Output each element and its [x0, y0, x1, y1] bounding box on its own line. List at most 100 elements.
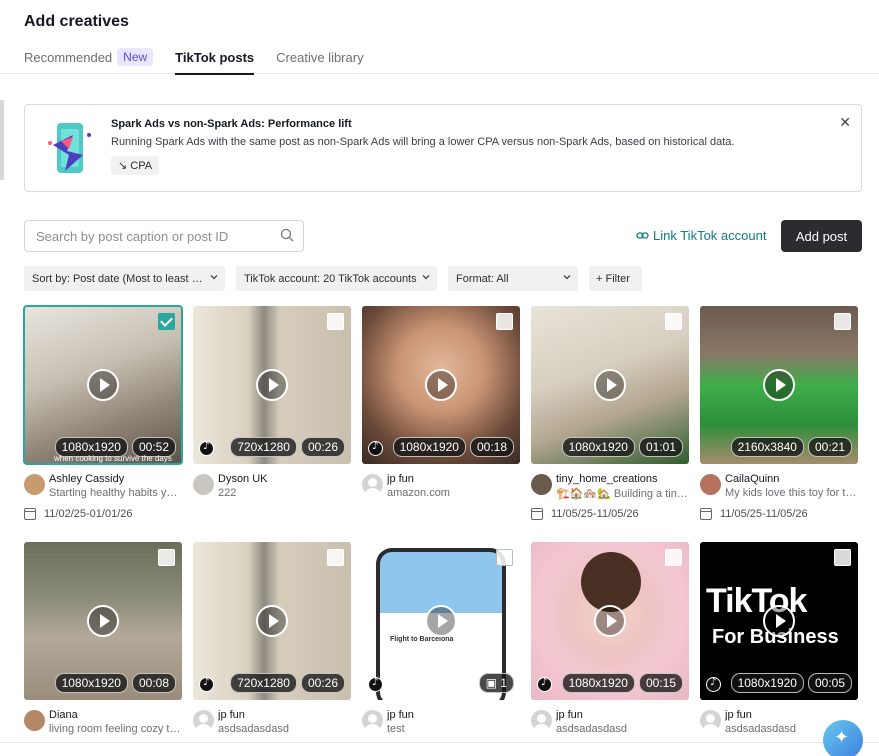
select-checkbox[interactable] — [327, 549, 344, 566]
link-account-label: Link TikTok account — [653, 228, 767, 243]
play-icon[interactable] — [256, 369, 288, 401]
search-input[interactable] — [25, 221, 265, 251]
play-icon[interactable] — [425, 605, 457, 637]
post-meta: Dyson UK 222 — [193, 472, 351, 502]
select-checkbox[interactable] — [158, 313, 175, 330]
video-info: 1080x1920 00:08 — [54, 673, 176, 693]
play-icon[interactable] — [425, 369, 457, 401]
video-info: 1080x1920 00:18 — [392, 437, 514, 457]
account-name: CailaQuinn — [725, 473, 780, 485]
duration-badge: 00:26 — [300, 437, 345, 457]
duration-badge: 00:05 — [807, 673, 852, 693]
tab-recommended[interactable]: Recommended New — [24, 48, 154, 76]
play-icon[interactable] — [594, 605, 626, 637]
video-thumbnail[interactable]: 720x1280 00:26 — [193, 542, 351, 700]
select-checkbox[interactable] — [496, 549, 513, 566]
post-caption: living room feeling cozy today — [49, 723, 182, 735]
add-post-button[interactable]: Add post — [781, 220, 862, 252]
account-name: Dyson UK — [218, 473, 268, 485]
select-checkbox[interactable] — [834, 549, 851, 566]
avatar — [531, 474, 552, 495]
video-info: 1080x1920 01:01 — [561, 437, 683, 457]
play-icon[interactable] — [594, 369, 626, 401]
tab-bar: Recommended New TikTok posts Creative li… — [24, 48, 364, 76]
video-thumbnail[interactable]: 1080x1920 00:52 when cooking to survive … — [23, 305, 183, 465]
post-caption: Starting healthy habits young — [49, 487, 182, 499]
video-thumbnail[interactable]: 720x1280 00:26 — [193, 306, 351, 464]
play-icon[interactable] — [763, 369, 795, 401]
avatar — [193, 474, 214, 495]
tab-label: Creative library — [276, 49, 364, 65]
video-thumbnail[interactable]: 1080x1920 00:18 — [362, 306, 520, 464]
play-icon[interactable] — [763, 605, 795, 637]
cpa-chip: ↘ CPA — [111, 156, 160, 175]
search-icon[interactable] — [280, 228, 294, 242]
date-text: 11/05/25-11/05/26 — [720, 508, 808, 520]
video-thumbnail[interactable]: 2160x3840 00:21 — [700, 306, 858, 464]
video-info: 1080x1920 00:05 — [730, 673, 852, 693]
play-icon[interactable] — [256, 605, 288, 637]
avatar — [362, 474, 383, 495]
play-icon[interactable] — [87, 605, 119, 637]
link-tiktok-account-link[interactable]: Link TikTok account — [636, 228, 766, 243]
play-icon[interactable] — [87, 369, 119, 401]
account-name: jp fun — [725, 709, 752, 721]
resolution-badge: 1080x1920 — [54, 673, 128, 693]
avatar — [531, 710, 552, 731]
image-count-badge: ▣ 1 — [478, 673, 514, 693]
banner-text: Running Spark Ads with the same post as … — [111, 136, 735, 148]
select-checkbox[interactable] — [327, 313, 344, 330]
account-name: jp fun — [387, 709, 414, 721]
video-info: 720x1280 00:26 — [230, 673, 345, 693]
tiktok-icon — [368, 677, 383, 692]
post-meta: Ashley Cassidy Starting healthy habits y… — [24, 472, 182, 502]
filter-label: + Filter — [596, 272, 630, 285]
add-filter-button[interactable]: + Filter — [589, 266, 642, 291]
select-checkbox[interactable] — [158, 549, 175, 566]
date-range: 11/05/25-11/05/26 — [700, 508, 808, 520]
sort-dropdown[interactable]: Sort by: Post date (Most to least recent… — [24, 266, 225, 291]
avatar — [362, 710, 383, 731]
resolution-badge: 1080x1920 — [392, 437, 466, 457]
duration-badge: 00:15 — [638, 673, 683, 693]
account-name: jp fun — [556, 709, 583, 721]
date-range: 11/02/25-01/01/26 — [24, 508, 132, 520]
select-checkbox[interactable] — [665, 549, 682, 566]
post-meta: Diana living room feeling cozy today — [24, 708, 182, 738]
duration-badge: 00:18 — [469, 437, 514, 457]
tiktok-icon — [537, 677, 552, 692]
resolution-badge: 720x1280 — [230, 673, 297, 693]
account-label: TikTok account: 20 TikTok accounts — [244, 272, 417, 285]
calendar-icon — [24, 508, 36, 520]
post-meta: CailaQuinn My kids love this toy for the… — [700, 472, 858, 502]
video-thumbnail[interactable]: 1080x1920 01:01 — [531, 306, 689, 464]
calendar-icon — [700, 508, 712, 520]
select-checkbox[interactable] — [665, 313, 682, 330]
tab-creative-library[interactable]: Creative library — [276, 50, 363, 75]
page-title: Add creatives — [24, 13, 129, 30]
person-hair — [581, 552, 641, 612]
video-thumbnail[interactable]: TikTok For Business 1080x1920 00:05 — [700, 542, 858, 700]
video-thumbnail[interactable]: 1080x1920 00:08 — [24, 542, 182, 700]
tiktok-icon — [199, 677, 214, 692]
link-icon — [636, 232, 649, 239]
tab-label: Recommended — [24, 49, 113, 65]
video-thumbnail[interactable]: 1080x1920 00:15 — [531, 542, 689, 700]
video-info: ▣ 1 — [478, 673, 514, 693]
account-dropdown[interactable]: TikTok account: 20 TikTok accounts — [236, 266, 437, 291]
avatar — [700, 474, 721, 495]
video-thumbnail[interactable]: Flight to Barcelona ▣ 1 — [362, 542, 520, 700]
post-caption: 222 — [218, 487, 237, 499]
select-checkbox[interactable] — [496, 313, 513, 330]
post-meta: tiny_home_creations 🏗️🏠🏘️🏡 Building a ti… — [531, 472, 689, 502]
tiktok-icon — [368, 441, 383, 456]
post-caption: test — [387, 723, 405, 735]
account-name: jp fun — [218, 709, 245, 721]
close-icon[interactable]: ✕ — [839, 114, 851, 131]
avatar — [24, 474, 45, 495]
tab-tiktok-posts[interactable]: TikTok posts — [175, 50, 254, 75]
select-checkbox[interactable] — [834, 313, 851, 330]
assistant-sparkle-icon[interactable] — [823, 720, 863, 756]
format-dropdown[interactable]: Format: All — [448, 266, 578, 291]
avatar — [700, 710, 721, 731]
